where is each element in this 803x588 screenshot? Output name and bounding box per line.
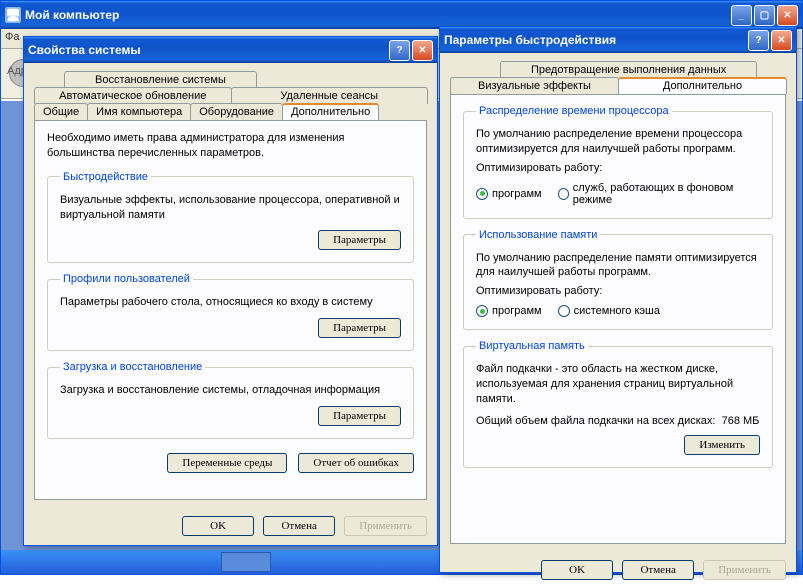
taskbar-button[interactable]	[221, 552, 271, 572]
tab-advanced[interactable]: Дополнительно	[282, 103, 379, 120]
performance-group: Быстродействие Визуальные эффекты, испол…	[47, 171, 414, 264]
vm-legend: Виртуальная память	[476, 340, 588, 352]
vm-group: Виртуальная память Файл подкачки - это о…	[463, 340, 773, 468]
tab-general[interactable]: Общие	[34, 103, 88, 120]
dialog2-apply-button: Применить	[703, 560, 786, 580]
dialog1-cancel-button[interactable]: Отмена	[263, 516, 335, 536]
radio-icon	[558, 305, 570, 317]
tab-computer-name[interactable]: Имя компьютера	[87, 103, 191, 120]
memory-group: Использование памяти По умолчанию распре…	[463, 229, 773, 331]
dialog2-title: Параметры быстродействия	[444, 33, 616, 47]
dialog1-titlebar: Свойства системы ? ✕	[24, 37, 437, 63]
radio-icon	[476, 188, 488, 200]
dialog1-title: Свойства системы	[28, 43, 141, 57]
system-properties-dialog: Свойства системы ? ✕ Восстановление сист…	[23, 36, 438, 546]
tab-dep[interactable]: Предотвращение выполнения данных	[500, 61, 757, 78]
profiles-settings-button[interactable]: Параметры	[318, 318, 401, 338]
error-report-button[interactable]: Отчет об ошибках	[298, 453, 414, 473]
startup-settings-button[interactable]: Параметры	[318, 406, 401, 426]
cpu-desc: По умолчанию распределение времени проце…	[476, 127, 760, 157]
computer-icon: 🖥	[5, 7, 21, 23]
radio-icon	[558, 188, 569, 200]
intro-text: Необходимо иметь права администратора дл…	[47, 131, 414, 161]
performance-legend: Быстродействие	[60, 171, 151, 183]
cpu-legend: Распределение времени процессора	[476, 105, 672, 117]
dialog1-close-button[interactable]: ✕	[412, 40, 433, 61]
vm-total-label: Общий объем файла подкачки на всех диска…	[476, 415, 715, 427]
vm-total-value: 768 МБ	[722, 415, 760, 427]
startup-group: Загрузка и восстановление Загрузка и вос…	[47, 361, 414, 439]
dialog2-ok-button[interactable]: OK	[541, 560, 613, 580]
maximize-button[interactable]: ▢	[754, 5, 775, 26]
vm-change-button[interactable]: Изменить	[684, 435, 760, 455]
dialog1-ok-button[interactable]: OK	[182, 516, 254, 536]
startup-legend: Загрузка и восстановление	[60, 361, 205, 373]
menu-fragment[interactable]: Фа	[5, 31, 19, 43]
tab-auto-update[interactable]: Автоматическое обновление	[34, 87, 232, 104]
memory-legend: Использование памяти	[476, 229, 600, 241]
cpu-group: Распределение времени процессора По умол…	[463, 105, 773, 219]
performance-settings-button[interactable]: Параметры	[318, 230, 401, 250]
profiles-group: Профили пользователей Параметры рабочего…	[47, 273, 414, 351]
tab-hardware[interactable]: Оборудование	[190, 103, 283, 120]
dialog1-apply-button: Применить	[344, 516, 427, 536]
cpu-opt-services[interactable]: служб, работающих в фоновом режиме	[558, 182, 760, 206]
memory-optimize-label: Оптимизировать работу:	[476, 284, 760, 299]
tab-system-restore[interactable]: Восстановление системы	[64, 71, 257, 88]
mem-opt-programs[interactable]: программ	[476, 305, 542, 317]
dialog2-help-button[interactable]: ?	[748, 30, 769, 51]
dialog2-cancel-button[interactable]: Отмена	[622, 560, 694, 580]
dialog2-close-button[interactable]: ✕	[771, 30, 792, 51]
tab-advanced2[interactable]: Дополнительно	[618, 77, 787, 94]
startup-desc: Загрузка и восстановление системы, отлад…	[60, 383, 401, 398]
tab-remote[interactable]: Удаленные сеансы	[231, 87, 429, 104]
cpu-opt-programs[interactable]: программ	[476, 188, 542, 200]
profiles-desc: Параметры рабочего стола, относящиеся ко…	[60, 295, 401, 310]
cpu-optimize-label: Оптимизировать работу:	[476, 161, 760, 176]
mem-opt-cache[interactable]: системного кэша	[558, 305, 660, 317]
env-vars-button[interactable]: Переменные среды	[167, 453, 287, 473]
memory-desc: По умолчанию распределение памяти оптими…	[476, 251, 760, 281]
performance-desc: Визуальные эффекты, использование процес…	[60, 193, 401, 223]
vm-desc: Файл подкачки - это область на жестком д…	[476, 362, 760, 407]
main-titlebar: 🖥 Мой компьютер _ ▢ ✕	[1, 1, 802, 29]
help-button[interactable]: ?	[389, 40, 410, 61]
radio-icon	[476, 305, 488, 317]
close-button[interactable]: ✕	[777, 5, 798, 26]
tab-visual-effects[interactable]: Визуальные эффекты	[450, 77, 619, 94]
minimize-button[interactable]: _	[731, 5, 752, 26]
performance-options-dialog: Параметры быстродействия ? ✕ Предотвраще…	[439, 26, 797, 573]
profiles-legend: Профили пользователей	[60, 273, 193, 285]
main-title: Мой компьютер	[25, 8, 119, 22]
dialog2-titlebar: Параметры быстродействия ? ✕	[440, 27, 796, 53]
